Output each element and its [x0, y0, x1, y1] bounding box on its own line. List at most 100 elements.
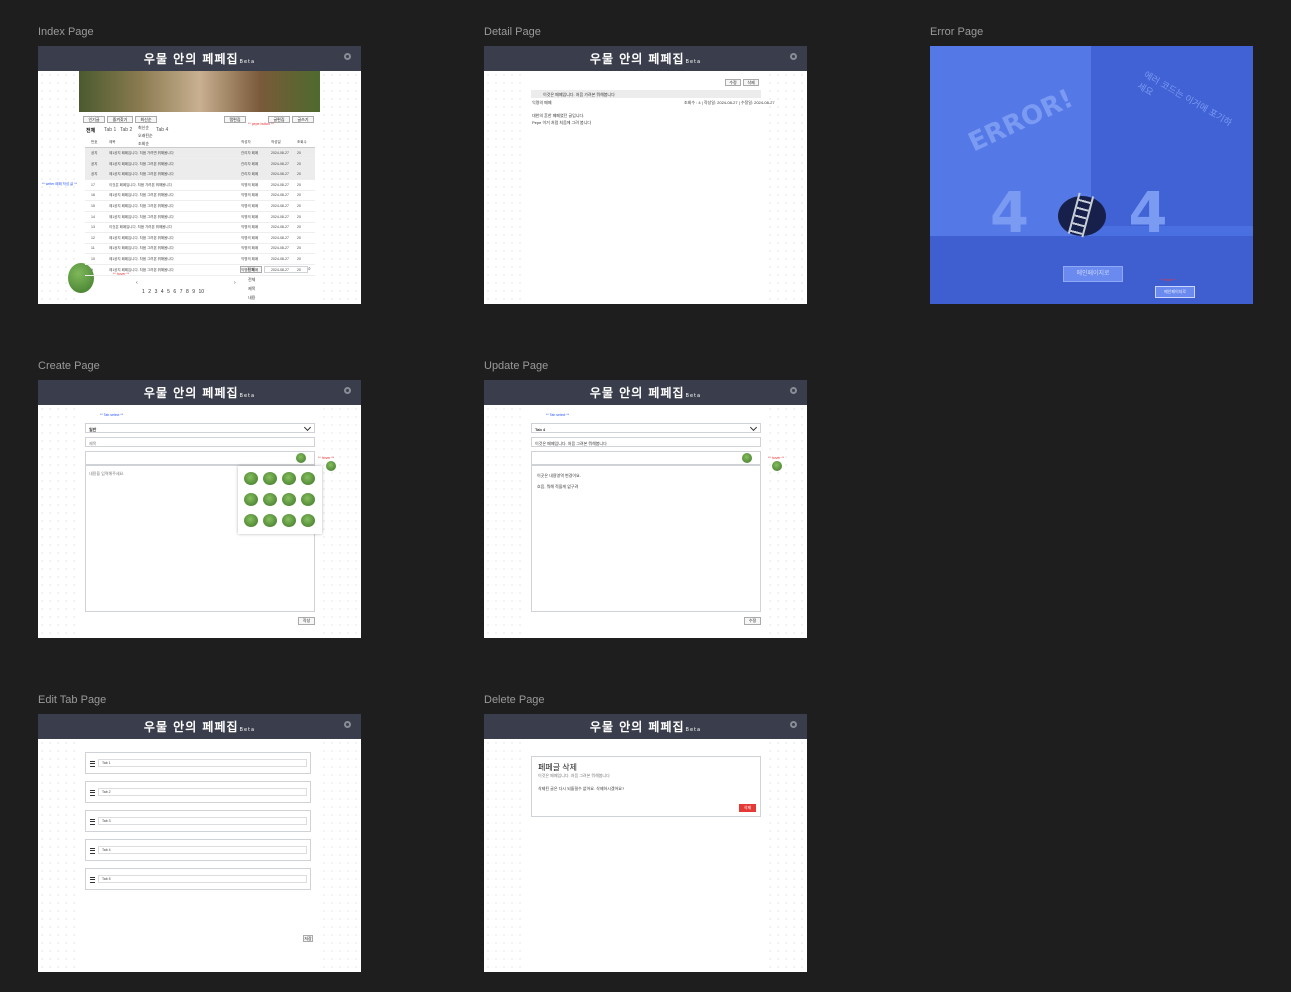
drag-handle-icon[interactable] [90, 848, 95, 854]
col-author: 작성자 [241, 140, 251, 144]
emoji-icon[interactable] [244, 493, 258, 506]
emoji-icon[interactable] [244, 472, 258, 485]
hero-banner-image [79, 71, 320, 112]
sort-option-latest[interactable]: 최신순 [138, 125, 149, 131]
delete-button[interactable]: 삭제 [743, 79, 759, 86]
tab-select[interactable]: Tab 4 [531, 423, 761, 433]
page-number[interactable]: 2 [148, 289, 151, 295]
app-title[interactable]: 우물 안의 페페집Beta [38, 718, 361, 735]
row-author: 익명의 페페 [241, 182, 259, 187]
tab-list-item[interactable]: Tab 3 [85, 810, 311, 832]
tab-name-input[interactable]: Tab 3 [98, 817, 307, 825]
gear-icon[interactable] [344, 53, 351, 60]
tab-name-input[interactable]: Tab 4 [98, 846, 307, 854]
page-number[interactable]: 9 [192, 289, 195, 295]
tab-list-item[interactable]: Tab 4 [85, 839, 311, 861]
page-number[interactable]: 1 [142, 289, 145, 295]
app-title[interactable]: 우물 안의 페페집Beta [484, 384, 807, 401]
row-number: 15 [91, 204, 95, 208]
tab-1[interactable]: Tab 1 [104, 127, 116, 133]
gear-icon[interactable] [790, 387, 797, 394]
bg-dots-right [320, 739, 361, 972]
emoji-icon[interactable] [263, 514, 277, 527]
tab-list-item[interactable]: Tab 5 [85, 868, 311, 890]
gear-icon[interactable] [790, 53, 797, 60]
pagination-prev-icon[interactable]: ‹ [136, 280, 138, 286]
table-row[interactable]: 17 이것은 페페입니다. 처음 가려본 뭐해봅니다 익명의 페페 2024-08-2… [85, 180, 315, 191]
emoji-icon[interactable] [263, 493, 277, 506]
app-title[interactable]: 우물 안의 페페집Beta [38, 50, 361, 67]
tab-list-item[interactable]: Tab 1 [85, 752, 311, 774]
gear-icon[interactable] [790, 721, 797, 728]
page-number[interactable]: 3 [155, 289, 158, 295]
main-page-button[interactable]: 메인페이지로 [1063, 266, 1123, 282]
emoji-icon[interactable] [282, 472, 296, 485]
row-title: 제1공지 페페입니다. 처음 가려면 뭐해봅니다 [109, 151, 174, 155]
tab-2[interactable]: Tab 2 [120, 127, 132, 133]
table-row[interactable]: 공지 제1공지 페페입니다. 처음 그려본 뭐해봅니다 관리자 페페 2024-08-… [85, 169, 315, 181]
title-input[interactable]: 이것은 페페입니다. 처음 그려본 뭐해봅니다 [531, 437, 761, 447]
row-views: 20 [297, 161, 301, 166]
emoji-hover-icon[interactable] [772, 461, 782, 471]
tab-name-input[interactable]: Tab 5 [98, 875, 307, 883]
page-number[interactable]: 6 [173, 289, 176, 295]
app-title[interactable]: 우물 안의 페페집Beta [484, 718, 807, 735]
submit-button[interactable]: 작성 [298, 617, 315, 625]
table-row[interactable]: 15 제1공지 페페입니다. 처음 그려본 뭐해봅니다 익명의 페페 2024-08-… [85, 201, 315, 212]
table-row[interactable]: 11 제1공지 페페입니다. 처음 그려본 뭐해봅니다 익명의 페페 2024-08-… [85, 243, 315, 255]
emoji-button-icon[interactable] [742, 453, 752, 463]
app-title[interactable]: 우물 안의 페페집Beta [38, 384, 361, 401]
emoji-hover-icon[interactable] [326, 461, 336, 471]
search-option-title[interactable]: 제목 [248, 286, 255, 292]
search-option-all[interactable]: 전체 [248, 277, 255, 283]
gear-icon[interactable] [344, 387, 351, 394]
table-row[interactable]: 13 이것은 페페입니다. 처음 가려본 뭐해봅니다 익명의 페페 2024-08-2… [85, 222, 315, 234]
edit-tabs-button[interactable]: 탭편집 [224, 116, 246, 123]
tab-name-input[interactable]: Tab 2 [98, 788, 307, 796]
emoji-icon[interactable] [301, 472, 315, 485]
tab-select[interactable]: 일반 [85, 423, 315, 433]
tab-list-item[interactable]: Tab 2 [85, 781, 311, 803]
popular-button[interactable]: 인기글 [83, 116, 105, 123]
tab-all[interactable]: 전체 [86, 127, 95, 134]
pagination-next-icon[interactable]: › [234, 280, 236, 286]
page-number[interactable]: 7 [180, 289, 183, 295]
write-post-button[interactable]: 글쓰기 [292, 116, 314, 123]
emoji-icon[interactable] [301, 493, 315, 506]
table-row[interactable]: 공지 제1공지 페페입니다. 처음 그려본 뭐해봅니다 관리자 페페 2024-08-… [85, 158, 315, 170]
emoji-icon[interactable] [282, 514, 296, 527]
table-row[interactable]: 12 제1공지 페페입니다. 처음 그려본 뭐해봅니다 익명의 페페 2024-08-… [85, 233, 315, 244]
drag-handle-icon[interactable] [90, 819, 95, 825]
emoji-button-icon[interactable] [296, 453, 306, 463]
drag-handle-icon[interactable] [90, 877, 95, 883]
drag-handle-icon[interactable] [90, 790, 95, 796]
page-number[interactable]: 4 [161, 289, 164, 295]
app-title[interactable]: 우물 안의 페페집Beta [484, 50, 807, 67]
emoji-icon[interactable] [263, 472, 277, 485]
tab-4[interactable]: Tab 4 [156, 127, 168, 133]
emoji-icon[interactable] [301, 514, 315, 527]
submit-button[interactable]: 수정 [744, 617, 761, 625]
table-row[interactable]: 공지 제1공지 페페입니다. 처음 가려면 뭐해봅니다 관리자 페페 2024-08-… [85, 148, 315, 159]
table-row[interactable]: 16 제1공지 페페입니다. 처음 그려본 뭐해봅니다 익명의 페페 2024-08-… [85, 190, 315, 202]
title-input[interactable]: 제목 [85, 437, 315, 447]
edit-button[interactable]: 수정 [725, 79, 741, 86]
table-row[interactable]: 14 제1공지 페페입니다. 처음 그려본 뭐해봅니다 익명의 페페 2024-08-… [85, 212, 315, 223]
drag-handle-icon[interactable] [90, 761, 95, 767]
gear-icon[interactable] [344, 721, 351, 728]
search-option-content[interactable]: 내용 [248, 295, 255, 301]
table-row[interactable]: 10 제1공지 페페입니다. 처음 그려본 뭐해봅니다 익명의 페페 2024-08-… [85, 254, 315, 265]
emoji-icon[interactable] [282, 493, 296, 506]
page-number[interactable]: 5 [167, 289, 170, 295]
page-number[interactable]: 8 [186, 289, 189, 295]
page-number[interactable]: 10 [199, 289, 205, 295]
emoji-icon[interactable] [244, 514, 258, 527]
table-row[interactable]: 9 제1공지 페페입니다. 처음 그려본 뭐해봅니다 익명의 페페 2024-08-2… [85, 265, 315, 276]
save-button[interactable]: 저장 [303, 935, 313, 942]
content-textarea[interactable]: 이곳은 내용영역 변경이요. 흐음, 뭐해 적을게 없구려 [531, 465, 761, 612]
favorites-button[interactable]: 즐겨찾기 [107, 116, 133, 123]
confirm-delete-button[interactable]: 삭제 [739, 804, 756, 812]
tab-name-input[interactable]: Tab 1 [98, 759, 307, 767]
sort-dropdown[interactable]: 최신순 [135, 116, 157, 123]
main-page-button-hover[interactable]: 메인페이지로 [1155, 286, 1195, 298]
